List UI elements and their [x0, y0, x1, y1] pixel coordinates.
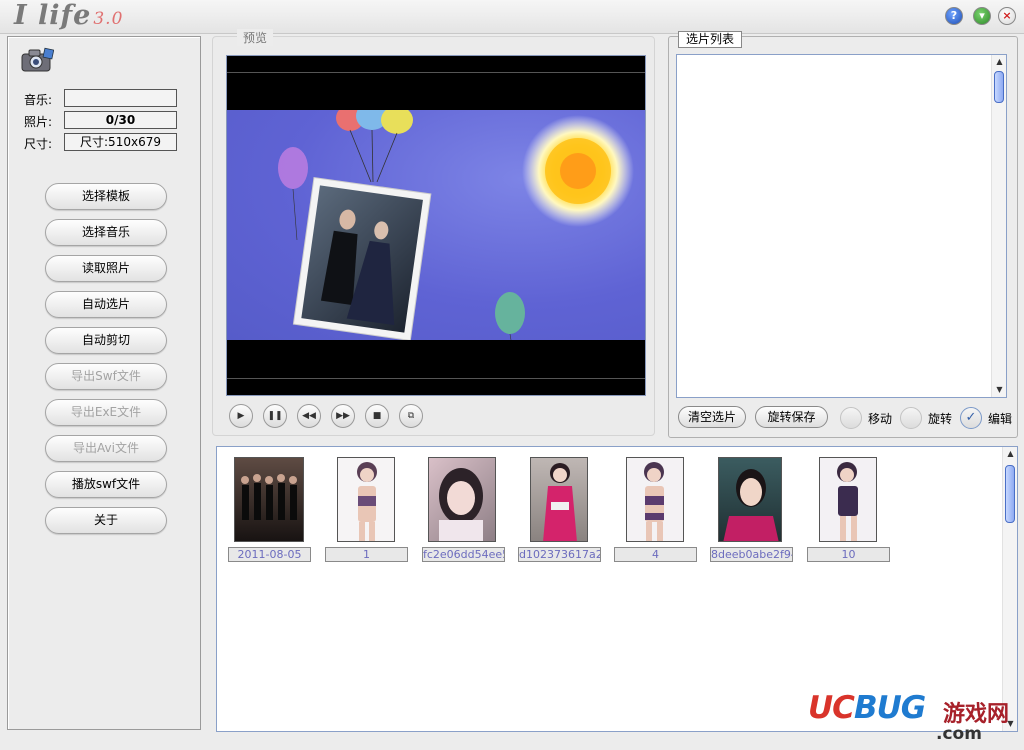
photo-image	[428, 457, 496, 542]
portrait-photo	[439, 468, 483, 541]
photo-caption: 1	[325, 547, 408, 562]
music-label: 音乐:	[24, 93, 53, 107]
pause-icon[interactable]: ❚❚	[263, 404, 287, 428]
watermark-brand-uc: UC	[808, 690, 855, 726]
edit-mode-radio[interactable]: ✓	[960, 407, 982, 429]
photo-image	[530, 457, 588, 542]
move-mode-radio[interactable]	[840, 407, 862, 429]
photo-image	[234, 457, 304, 542]
preview-divider	[227, 378, 645, 379]
site-watermark: UCBUG 游戏网 .com	[808, 690, 1009, 744]
rotate-mode-radio[interactable]	[900, 407, 922, 429]
portrait-photo	[837, 462, 858, 541]
auto-crop-button[interactable]: 自动剪切	[45, 327, 167, 354]
watermark-brand-bug: BUG	[853, 690, 926, 726]
title-bar: I life 3.0 ? ▾ ×	[0, 0, 1024, 34]
preview-stage	[227, 110, 645, 340]
photos-count: 0/30	[64, 111, 177, 129]
music-value	[64, 89, 177, 107]
export-exe-button[interactable]: 导出ExE文件	[45, 399, 167, 426]
checkmark-icon: ✓	[965, 410, 977, 425]
play-icon[interactable]: ▶	[229, 404, 253, 428]
scroll-up-icon[interactable]: ▲	[992, 55, 1007, 69]
export-swf-button[interactable]: 导出Swf文件	[45, 363, 167, 390]
auto-select-button[interactable]: 自动选片	[45, 291, 167, 318]
about-button[interactable]: 关于	[45, 507, 167, 534]
export-avi-button[interactable]: 导出Avi文件	[45, 435, 167, 462]
photo-caption: 2011-08-05	[228, 547, 311, 562]
size-label: 尺寸:	[24, 137, 53, 151]
photo-caption: d102373617a213	[518, 547, 601, 562]
selection-list[interactable]: ▲ ▼	[676, 54, 1007, 398]
preview-divider	[227, 72, 645, 73]
photo-image	[819, 457, 877, 542]
photo-caption: 4	[614, 547, 697, 562]
photo-image	[718, 457, 782, 542]
portrait-photo	[723, 469, 779, 541]
portrait-photo	[357, 462, 377, 541]
watermark-domain: .com	[936, 724, 982, 744]
photo-image	[626, 457, 684, 542]
stop-icon[interactable]: ■	[365, 404, 389, 428]
photo-caption: 8deeb0abe2f94ec	[710, 547, 793, 562]
rotate-save-button[interactable]: 旋转保存	[755, 406, 828, 428]
select-template-button[interactable]: 选择模板	[45, 183, 167, 210]
rotate-mode-label: 旋转	[928, 412, 953, 426]
scroll-thumb[interactable]	[994, 71, 1004, 103]
left-panel: 音乐: 照片: 0/30 尺寸: 尺寸:510x679 选择模板 选择音乐 读取…	[7, 36, 201, 730]
size-value: 尺寸:510x679	[64, 133, 177, 151]
minimize-icon[interactable]: ▾	[973, 7, 991, 25]
preview-screen	[226, 55, 646, 396]
preview-artwork	[278, 110, 634, 340]
portrait-photo	[543, 463, 577, 541]
app-version: 3.0	[93, 9, 124, 29]
selection-scrollbar[interactable]: ▲ ▼	[991, 55, 1006, 397]
scroll-thumb[interactable]	[1005, 465, 1015, 523]
fast-forward-icon[interactable]: ▶▶	[331, 404, 355, 428]
portrait-photo	[644, 462, 664, 541]
select-music-button[interactable]: 选择音乐	[45, 219, 167, 246]
thumbnails-scrollbar[interactable]: ▲ ▼	[1002, 447, 1017, 731]
move-mode-label: 移动	[868, 412, 893, 426]
close-icon[interactable]: ×	[998, 7, 1016, 25]
photo-caption: 10	[807, 547, 890, 562]
rewind-icon[interactable]: ◀◀	[297, 404, 321, 428]
photo-caption: fc2e06dd54ee5c	[422, 547, 505, 562]
app-logo: I life 3.0	[14, 0, 123, 31]
scroll-up-icon[interactable]: ▲	[1003, 447, 1018, 461]
load-photos-button[interactable]: 读取照片	[45, 255, 167, 282]
selection-title: 选片列表	[678, 31, 742, 48]
app-title: I life	[14, 0, 92, 31]
camera-icon	[21, 47, 54, 72]
snapshot-icon[interactable]: ⧉	[399, 404, 423, 428]
clear-selection-button[interactable]: 清空选片	[678, 406, 746, 428]
help-icon[interactable]: ?	[945, 7, 963, 25]
edit-mode-label: 编辑	[988, 412, 1013, 426]
photo-image	[337, 457, 395, 542]
scroll-down-icon[interactable]: ▼	[992, 383, 1007, 397]
photos-label: 照片:	[24, 115, 53, 129]
preview-title: 预览	[237, 29, 274, 46]
group-photo	[241, 474, 297, 520]
play-swf-button[interactable]: 播放swf文件	[45, 471, 167, 498]
